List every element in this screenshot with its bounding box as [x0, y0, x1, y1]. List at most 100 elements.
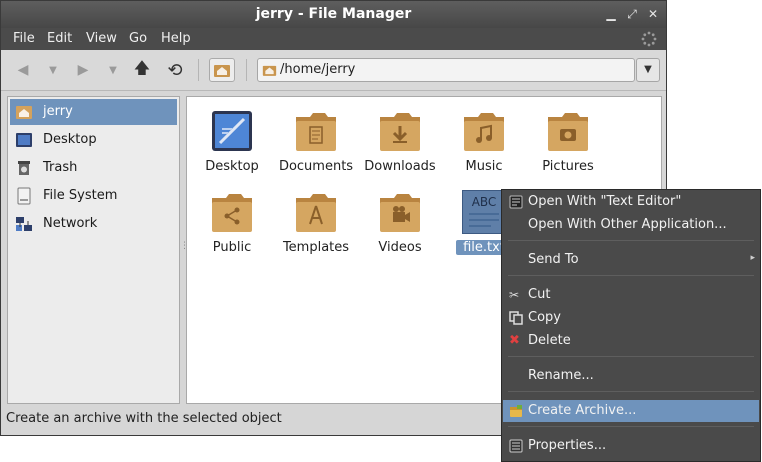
file-item-label: Desktop [205, 159, 259, 174]
back-history-icon[interactable]: ▼ [41, 58, 65, 82]
home-icon [214, 65, 230, 77]
home-button[interactable] [209, 58, 235, 82]
home-folder-icon [16, 106, 32, 119]
documents-folder-icon [296, 113, 336, 151]
scissors-icon: ✂ [509, 288, 520, 302]
toolbar: ◀ ▼ ▶ ▼ 🡅 ⟲ /home/jerry ▼ [1, 50, 666, 91]
menu-go[interactable]: Go [129, 31, 147, 46]
pane-resize-handle[interactable]: ⋮ [180, 241, 189, 257]
back-icon[interactable]: ◀ [11, 58, 35, 82]
menu-separator [508, 426, 754, 427]
archive-icon [510, 405, 522, 417]
menu-item-send-to[interactable]: Send To ▸ [503, 249, 759, 271]
music-folder-icon [464, 113, 504, 151]
file-item-label: Templates [282, 240, 350, 255]
menu-separator [508, 275, 754, 276]
copy-icon [509, 311, 523, 325]
toolbar-separator [246, 59, 247, 81]
file-item-videos[interactable]: Videos [357, 180, 443, 256]
desktop-icon [212, 111, 252, 151]
toolbar-separator [198, 59, 199, 81]
menu-item-delete[interactable]: ✖ Delete [503, 330, 759, 352]
reload-icon[interactable]: ⟲ [163, 58, 187, 82]
file-item-templates[interactable]: Templates [273, 180, 359, 256]
menu-separator [508, 240, 754, 241]
up-icon[interactable]: 🡅 [130, 58, 154, 82]
menu-item-label: Rename... [528, 368, 594, 383]
location-path[interactable]: /home/jerry [280, 62, 355, 77]
sidebar-item-label: Trash [43, 160, 78, 175]
file-item-pictures[interactable]: Pictures [525, 99, 611, 175]
sidebar-item-jerry[interactable]: jerry [10, 99, 177, 125]
menu-separator [508, 391, 754, 392]
file-item-label: Documents [278, 159, 354, 174]
text-editor-icon [509, 195, 523, 209]
file-item-public[interactable]: Public [189, 180, 275, 256]
desktop-icon [16, 133, 32, 147]
menu-item-label: Cut [528, 287, 551, 302]
menu-item-cut[interactable]: ✂ Cut [503, 284, 759, 306]
text-file-icon: ABC [462, 190, 506, 234]
context-menu: Open With "Text Editor" Open With Other … [501, 189, 761, 462]
templates-folder-icon [296, 194, 336, 232]
menu-item-label: Send To [528, 252, 579, 267]
menu-item-label: Copy [528, 310, 561, 325]
location-dropdown-button[interactable]: ▼ [636, 58, 660, 82]
chevron-down-icon: ▼ [644, 64, 652, 75]
sidebar-item-network[interactable]: Network [10, 211, 177, 237]
sidebar-item-desktop[interactable]: Desktop [10, 127, 177, 153]
properties-icon [509, 439, 523, 453]
downloads-folder-icon [380, 113, 420, 151]
file-item-desktop[interactable]: Desktop [189, 99, 275, 175]
menu-item-properties[interactable]: Properties... [503, 435, 759, 457]
window-title: jerry - File Manager [255, 6, 412, 22]
delete-icon: ✖ [509, 333, 520, 348]
minimize-icon[interactable]: ▁ [604, 7, 618, 21]
submenu-arrow-icon: ▸ [750, 253, 755, 263]
pictures-folder-icon [548, 113, 588, 151]
menu-separator [508, 356, 754, 357]
maximize-icon[interactable]: ⤢ [625, 7, 639, 21]
menu-edit[interactable]: Edit [47, 31, 72, 46]
forward-history-icon[interactable]: ▼ [101, 58, 125, 82]
file-item-music[interactable]: Music [441, 99, 527, 175]
menu-item-label: Open With Other Application... [528, 217, 727, 232]
file-item-label: Videos [378, 240, 422, 255]
menu-item-open-with-text-editor[interactable]: Open With "Text Editor" [503, 191, 759, 213]
forward-icon[interactable]: ▶ [71, 58, 95, 82]
menu-item-label: Properties... [528, 438, 607, 453]
title-bar[interactable]: jerry - File Manager ▁ ⤢ ✕ [1, 1, 666, 28]
busy-spinner-icon [641, 31, 657, 47]
network-icon [16, 217, 32, 231]
menu-item-rename[interactable]: Rename... [503, 365, 759, 387]
file-item-documents[interactable]: Documents [273, 99, 359, 175]
drive-icon [17, 187, 31, 205]
menu-bar: File Edit View Go Help [1, 28, 666, 50]
sidebar-item-label: Network [43, 216, 98, 231]
file-item-label: Pictures [542, 159, 594, 174]
menu-item-label: Delete [528, 333, 571, 348]
sidebar: jerry Desktop Trash File System Network [7, 96, 180, 404]
menu-item-label: Open With "Text Editor" [528, 194, 682, 209]
file-thumbnail-text: ABC [471, 195, 497, 209]
menu-view[interactable]: View [86, 31, 117, 46]
file-item-label: Music [465, 159, 503, 174]
file-item-label: Downloads [364, 159, 436, 174]
sidebar-item-file-system[interactable]: File System [10, 183, 177, 209]
menu-item-label: Create Archive... [528, 403, 637, 418]
menu-help[interactable]: Help [161, 31, 191, 46]
sidebar-item-trash[interactable]: Trash [10, 155, 177, 181]
location-bar[interactable]: /home/jerry [257, 58, 635, 82]
file-item-downloads[interactable]: Downloads [357, 99, 443, 175]
menu-file[interactable]: File [13, 31, 35, 46]
home-folder-icon [262, 65, 277, 76]
public-folder-icon [212, 194, 252, 232]
close-icon[interactable]: ✕ [646, 7, 660, 21]
menu-item-create-archive[interactable]: Create Archive... [503, 400, 759, 422]
file-item-label: Public [212, 240, 252, 255]
trash-icon [18, 161, 30, 175]
menu-item-copy[interactable]: Copy [503, 307, 759, 329]
sidebar-item-label: Desktop [43, 132, 97, 147]
videos-folder-icon [380, 194, 420, 232]
menu-item-open-with-other-application[interactable]: Open With Other Application... [503, 214, 759, 236]
